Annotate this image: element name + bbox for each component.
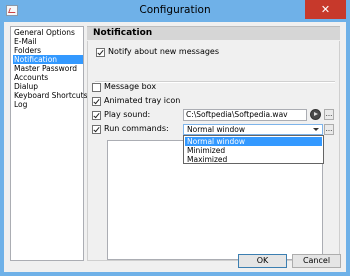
- message-box-label[interactable]: Message box: [104, 82, 156, 92]
- browse-sound-button[interactable]: ...: [324, 109, 334, 120]
- window-mode-select[interactable]: Normal window: [183, 124, 323, 135]
- dropdown-arrow-icon: [313, 128, 319, 131]
- nav-item-email[interactable]: E-Mail: [13, 37, 83, 46]
- run-commands-label[interactable]: Run commands:: [104, 124, 169, 134]
- nav-item-dialup[interactable]: Dialup: [13, 82, 83, 91]
- window-mode-value: Normal window: [187, 125, 245, 134]
- title-bar[interactable]: Configuration ✕: [0, 0, 350, 22]
- option-maximized[interactable]: Maximized: [185, 155, 322, 164]
- nav-item-log[interactable]: Log: [13, 100, 83, 109]
- close-button[interactable]: ✕: [305, 0, 346, 19]
- play-icon[interactable]: [310, 109, 321, 120]
- cancel-button[interactable]: Cancel: [292, 254, 341, 268]
- nav-item-general-options[interactable]: General Options: [13, 28, 83, 37]
- window-title: Configuration: [139, 4, 211, 16]
- nav-item-master-password[interactable]: Master Password: [13, 64, 83, 73]
- play-sound-label[interactable]: Play sound:: [104, 110, 150, 120]
- category-list[interactable]: General Options E-Mail Folders Notificat…: [10, 26, 88, 261]
- play-sound-checkbox[interactable]: [92, 111, 101, 120]
- nav-item-notification[interactable]: Notification: [13, 55, 83, 64]
- option-normal-window[interactable]: Normal window: [185, 137, 322, 146]
- notify-checkbox[interactable]: [96, 48, 105, 57]
- configuration-window: Configuration ✕ General Options E-Mail F…: [0, 0, 350, 276]
- tray-icon-label[interactable]: Animated tray icon: [104, 96, 180, 106]
- browse-command-button[interactable]: ...: [324, 124, 334, 135]
- nav-item-accounts[interactable]: Accounts: [13, 73, 83, 82]
- run-commands-checkbox[interactable]: [92, 125, 101, 134]
- panel-header: Notification: [87, 26, 340, 40]
- dialog-client: General Options E-Mail Folders Notificat…: [4, 22, 346, 272]
- message-box-checkbox[interactable]: [92, 83, 101, 92]
- tray-icon-checkbox[interactable]: [92, 97, 101, 106]
- ok-button[interactable]: OK: [238, 254, 287, 268]
- window-mode-dropdown[interactable]: Normal window Minimized Maximized: [183, 135, 324, 164]
- option-minimized[interactable]: Minimized: [185, 146, 322, 155]
- notify-label[interactable]: Notify about new messages: [108, 47, 219, 57]
- nav-item-folders[interactable]: Folders: [13, 46, 83, 55]
- close-icon: ✕: [320, 3, 331, 16]
- sound-path-input[interactable]: C:\Softpedia\Softpedia.wav: [183, 109, 307, 121]
- nav-item-keyboard-shortcuts[interactable]: Keyboard Shortcuts: [13, 91, 88, 100]
- panel-title: Notification: [93, 28, 153, 38]
